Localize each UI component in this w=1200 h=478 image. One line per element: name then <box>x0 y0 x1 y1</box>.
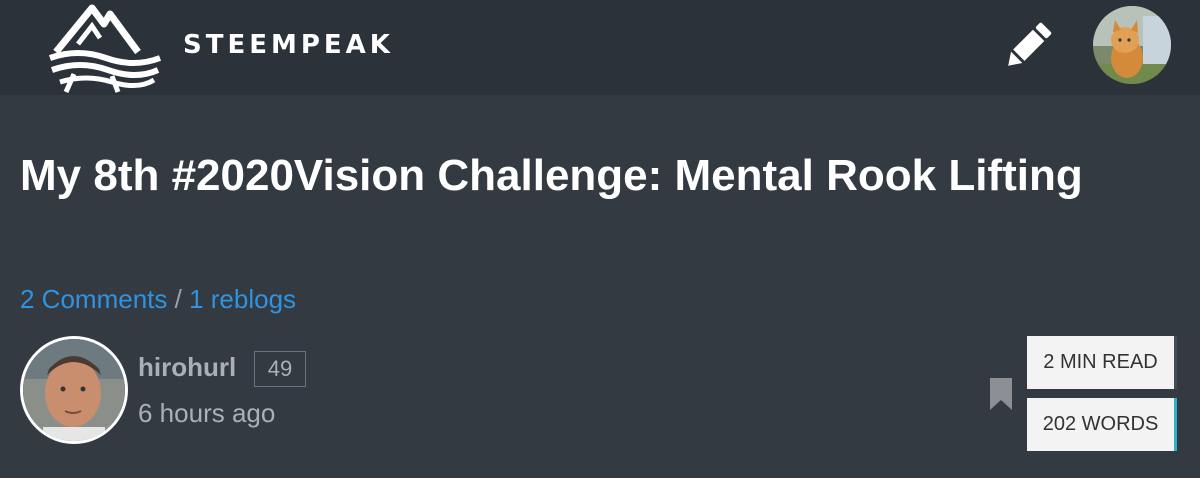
pencil-icon[interactable] <box>1000 18 1056 74</box>
user-avatar[interactable] <box>1093 6 1171 84</box>
post-timestamp: 6 hours ago <box>138 398 276 428</box>
post-title: My 8th #2020Vision Challenge: Mental Roo… <box>20 151 1083 200</box>
author-avatar[interactable] <box>20 336 128 444</box>
top-navigation-bar: STEEMPEAK <box>0 0 1200 95</box>
read-time-badge: 2 MIN READ <box>1027 336 1177 389</box>
reblogs-link[interactable]: 1 reblogs <box>189 284 296 314</box>
reputation-badge: 49 <box>254 351 306 387</box>
mountain-wave-logo-icon[interactable] <box>48 4 162 94</box>
word-count-badge: 202 WORDS <box>1027 398 1177 451</box>
brand-name[interactable]: STEEMPEAK <box>183 30 394 60</box>
author-name[interactable]: hirohurl <box>138 352 236 383</box>
bookmark-icon[interactable] <box>990 378 1012 410</box>
meta-separator: / <box>174 284 182 314</box>
comments-link[interactable]: 2 Comments <box>20 284 167 314</box>
post-meta-links: 2 Comments / 1 reblogs <box>20 284 296 315</box>
